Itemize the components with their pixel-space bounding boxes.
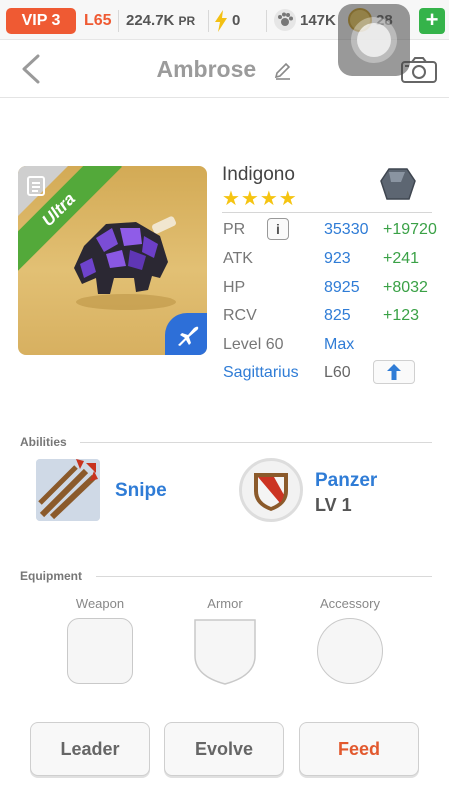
power-value: 224.7K xyxy=(126,12,175,29)
level-label: Level 60 xyxy=(223,336,284,353)
stat-value-rcv: 825 xyxy=(324,307,351,324)
vip-badge[interactable]: VIP 3 xyxy=(6,8,76,34)
skill-name[interactable]: Snipe xyxy=(115,480,167,502)
rock-element-icon xyxy=(380,168,416,200)
shield-icon xyxy=(254,473,288,511)
assistive-touch-button[interactable] xyxy=(338,4,410,76)
divider xyxy=(222,212,432,213)
divider xyxy=(118,10,119,32)
upgrade-sign-button[interactable] xyxy=(373,360,415,384)
divider xyxy=(266,10,267,32)
monster-name: Indigono xyxy=(222,164,295,185)
stat-value-hp: 8925 xyxy=(324,279,360,296)
power-unit: PR xyxy=(178,14,196,28)
armor-slot[interactable] xyxy=(193,618,257,686)
document-icon[interactable] xyxy=(26,174,46,196)
snipe-skill-icon[interactable] xyxy=(36,459,100,521)
evolve-button[interactable]: Evolve xyxy=(164,722,284,776)
leader-button[interactable]: Leader xyxy=(30,722,150,776)
monster-image xyxy=(74,216,177,310)
add-currency-button[interactable]: + xyxy=(419,8,445,34)
stat-label-hp: HP xyxy=(223,279,246,296)
stat-value-pr: 35330 xyxy=(324,221,369,238)
panzer-passive-icon[interactable] xyxy=(239,458,303,522)
stat-label-atk: ATK xyxy=(223,250,253,267)
monster-detail-page: VIP 3 L65 224.7K PR 0 147K 28 + Ambrose xyxy=(0,0,449,800)
stat-label-rcv: RCV xyxy=(223,307,257,324)
divider xyxy=(80,442,432,443)
level-value: Max xyxy=(324,336,355,353)
star-sign-level: L60 xyxy=(324,364,351,381)
abilities-heading: Abilities xyxy=(20,435,67,449)
passive-name[interactable]: Panzer xyxy=(315,470,377,492)
arrows-icon xyxy=(36,459,100,521)
player-level: L65 xyxy=(84,12,112,29)
weapon-label: Weapon xyxy=(75,596,125,611)
stat-label-pr: PR xyxy=(223,221,246,238)
stat-bonus-atk: +241 xyxy=(383,250,420,267)
airplane-icon xyxy=(178,326,199,346)
stat-bonus-rcv: +123 xyxy=(383,307,420,324)
paw-count: 147K xyxy=(300,12,336,29)
star-sign-link[interactable]: Sagittarius xyxy=(223,364,299,382)
passive-level: LV 1 xyxy=(315,495,352,515)
energy-count: 0 xyxy=(232,12,241,29)
armor-label: Armor xyxy=(207,596,243,611)
star-rating: ★★★★ xyxy=(222,188,298,210)
accessory-label: Accessory xyxy=(320,596,380,611)
paw-icon xyxy=(274,9,296,31)
power-rating: 224.7K PR xyxy=(126,12,195,29)
pencil-icon[interactable] xyxy=(273,61,293,81)
stat-bonus-hp: +8032 xyxy=(383,279,428,296)
role-badge xyxy=(165,313,207,355)
info-icon[interactable]: i xyxy=(267,218,289,240)
arrow-up-icon xyxy=(387,364,401,380)
divider xyxy=(96,576,432,577)
accessory-slot[interactable] xyxy=(317,618,383,684)
stat-value-atk: 923 xyxy=(324,250,351,267)
stat-bonus-pr: +19720 xyxy=(383,221,437,238)
divider xyxy=(208,10,209,32)
weapon-slot[interactable] xyxy=(67,618,133,684)
lightning-icon xyxy=(215,10,227,32)
equipment-heading: Equipment xyxy=(20,569,82,583)
monster-nickname: Ambrose xyxy=(156,56,257,82)
feed-button[interactable]: Feed xyxy=(299,722,419,776)
monster-portrait[interactable]: Ultra xyxy=(18,166,207,355)
